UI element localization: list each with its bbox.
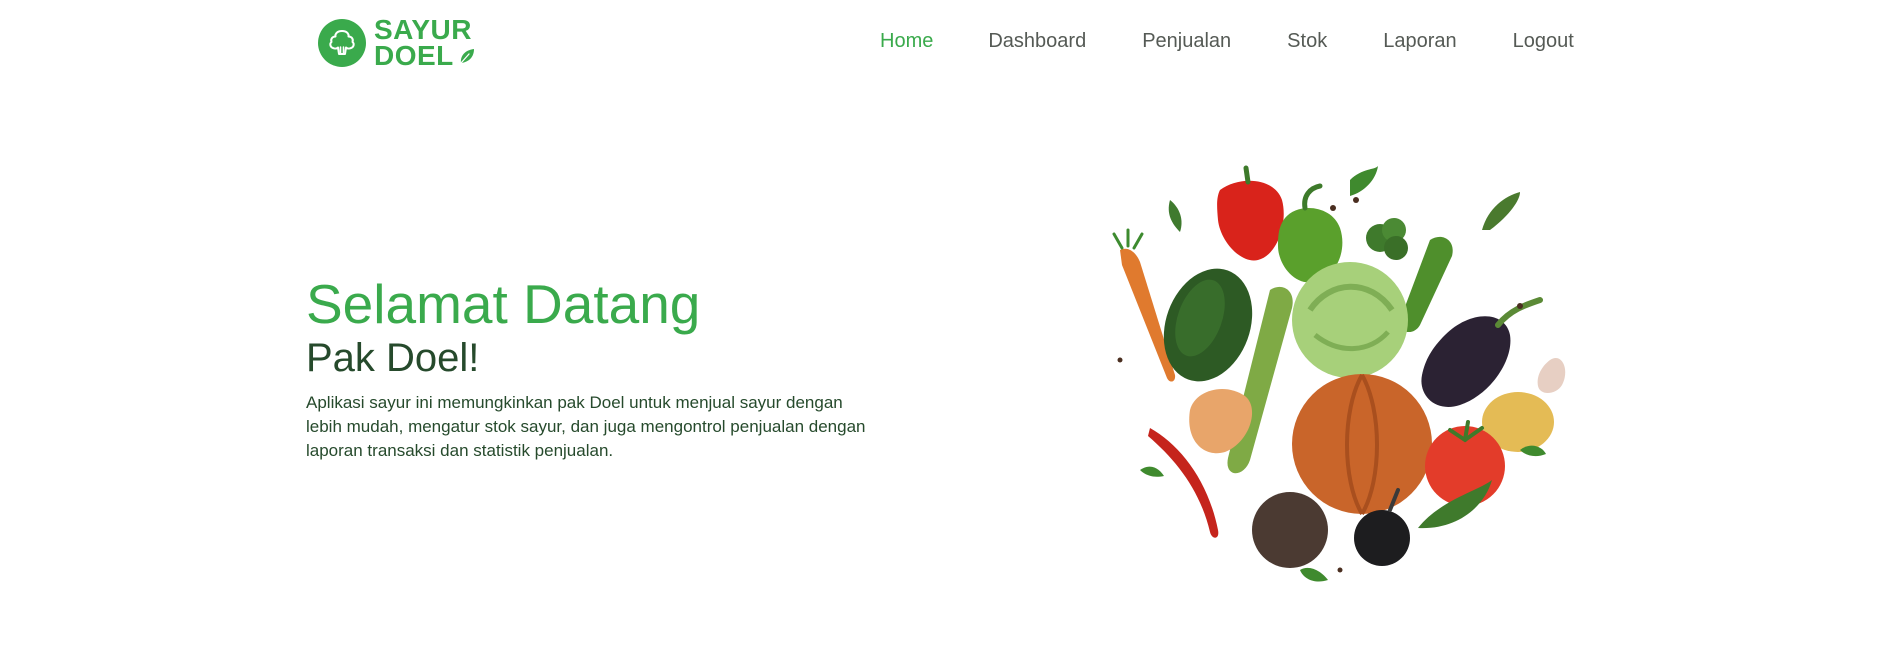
nav-link-home[interactable]: Home (880, 30, 933, 53)
nav-link-dashboard[interactable]: Dashboard (988, 30, 1086, 53)
leaf-icon (460, 49, 474, 64)
hero-description: Aplikasi sayur ini memungkinkan pak Doel… (306, 393, 866, 460)
brand-line2-wrap: DOEL (374, 40, 476, 71)
nav-link-stok[interactable]: Stok (1287, 30, 1327, 53)
brand-line2: DOEL (374, 40, 454, 71)
broccoli-icon (318, 19, 366, 67)
nav-link-laporan[interactable]: Laporan (1383, 30, 1456, 53)
brand-name: SAYUR DOEL (374, 16, 476, 71)
nav-link-penjualan[interactable]: Penjualan (1142, 30, 1231, 53)
hero-subtitle: Pak Doel! (306, 336, 480, 380)
brand-logo[interactable]: SAYUR DOEL (318, 16, 476, 71)
hero-title: Selamat Datang (306, 273, 701, 335)
nav-link-logout[interactable]: Logout (1513, 30, 1574, 53)
vegetables-image (1112, 165, 1566, 582)
main-nav: Home Dashboard Penjualan Stok Laporan Lo… (880, 30, 1574, 53)
navbar: SAYUR DOEL Home Dashboard Penjualan Stok… (0, 0, 1903, 86)
